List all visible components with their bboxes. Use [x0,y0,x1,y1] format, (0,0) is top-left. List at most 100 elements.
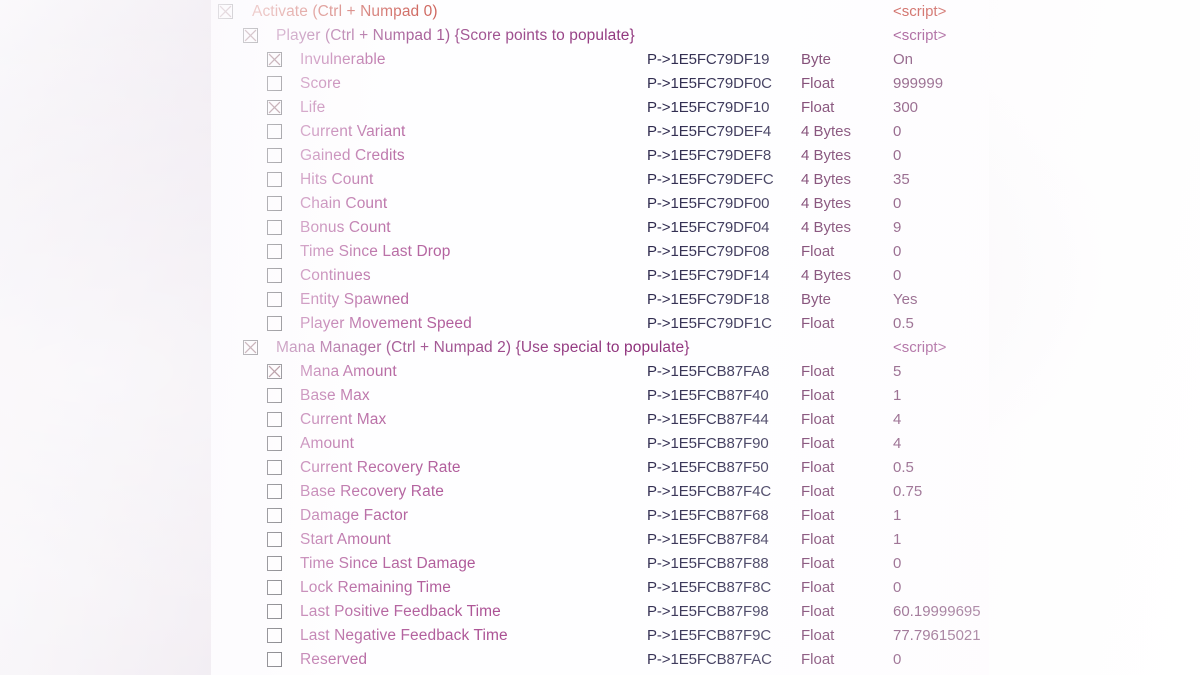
table-row[interactable]: Hits Count P->1E5FC79DEFC 4 Bytes 35 [211,168,989,192]
entry-address[interactable]: P->1E5FCB87F8C [647,576,771,600]
table-row[interactable]: Reserved P->1E5FCB87FAC Float 0 [211,648,989,672]
entry-value[interactable]: 0 [893,120,901,144]
entry-type[interactable]: Float [801,456,834,480]
checkbox-unchecked[interactable] [267,316,282,331]
entry-description[interactable]: Hits Count [300,168,373,192]
table-row[interactable]: Last Negative Feedback Time P->1E5FCB87F9… [211,624,989,648]
table-row[interactable]: Bonus Count P->1E5FC79DF04 4 Bytes 9 [211,216,989,240]
entry-description[interactable]: Reserved [300,648,367,672]
checkbox-unchecked[interactable] [267,148,282,163]
entry-address[interactable]: P->1E5FCB87F44 [647,408,769,432]
table-row[interactable]: Lock Remaining Time P->1E5FCB87F8C Float 0 [211,576,989,600]
entry-description[interactable]: Life [300,96,325,120]
table-row[interactable]: Continues P->1E5FC79DF14 4 Bytes 0 [211,264,989,288]
entry-type[interactable]: Float [801,312,834,336]
entry-description[interactable]: Last Negative Feedback Time [300,624,508,648]
checkbox-unchecked[interactable] [267,220,282,235]
table-row[interactable]: Current Max P->1E5FCB87F44 Float 4 [211,408,989,432]
entry-address[interactable]: P->1E5FC79DF04 [647,216,770,240]
entry-value[interactable]: 0 [893,240,901,264]
entry-type[interactable]: Float [801,360,834,384]
entry-type[interactable]: Float [801,576,834,600]
entry-address[interactable]: P->1E5FCB87FA8 [647,360,770,384]
table-row[interactable]: Current Recovery Rate P->1E5FCB87F50 Float… [211,456,989,480]
checkbox-checked[interactable] [267,364,282,379]
entry-description[interactable]: Score [300,72,341,96]
checkbox-unchecked[interactable] [267,508,282,523]
entry-type[interactable]: 4 Bytes [801,120,851,144]
entry-type[interactable]: Float [801,96,834,120]
entry-description[interactable]: Bonus Count [300,216,391,240]
entry-type[interactable]: Float [801,384,834,408]
entry-value[interactable]: 9 [893,216,901,240]
checkbox-unchecked[interactable] [267,172,282,187]
checkbox-unchecked[interactable] [267,436,282,451]
table-row[interactable]: Amount P->1E5FCB87F90 Float 4 [211,432,989,456]
table-row[interactable]: Time Since Last Damage P->1E5FCB87F88 Floa… [211,552,989,576]
entry-address[interactable]: P->1E5FCB87F9C [647,624,771,648]
entry-type[interactable]: Float [801,624,834,648]
entry-value[interactable]: 60.19999695 [893,600,981,624]
entry-address[interactable]: P->1E5FC79DF00 [647,192,770,216]
entry-address[interactable]: P->1E5FC79DF1C [647,312,772,336]
entry-description[interactable]: Time Since Last Damage [300,552,476,576]
table-row[interactable]: Player Movement Speed P->1E5FC79DF1C Float… [211,312,989,336]
entry-value[interactable]: 0 [893,576,901,600]
checkbox-unchecked[interactable] [267,124,282,139]
entry-value[interactable]: 0 [893,552,901,576]
entry-description[interactable]: Damage Factor [300,504,408,528]
entry-address[interactable]: P->1E5FC79DF18 [647,288,770,312]
entry-value[interactable]: 999999 [893,72,943,96]
checkbox-unchecked[interactable] [267,628,282,643]
table-row[interactable]: Damage Factor P->1E5FCB87F68 Float 1 [211,504,989,528]
entry-value[interactable]: 0 [893,264,901,288]
entry-value[interactable]: 0.5 [893,456,914,480]
table-row[interactable]: Activate (Ctrl + Numpad 0) <script> [211,0,989,24]
entry-value[interactable]: 0 [893,192,901,216]
entry-description[interactable]: Activate (Ctrl + Numpad 0) [252,0,438,24]
entry-address[interactable]: P->1E5FCB87F98 [647,600,769,624]
entry-description[interactable]: Gained Credits [300,144,405,168]
entry-value[interactable]: 1 [893,384,901,408]
entry-value[interactable]: Yes [893,288,917,312]
checkbox-unchecked[interactable] [267,604,282,619]
table-row[interactable]: Gained Credits P->1E5FC79DEF8 4 Bytes 0 [211,144,989,168]
entry-description[interactable]: Entity Spawned [300,288,409,312]
entry-address[interactable]: P->1E5FC79DF19 [647,48,770,72]
checkbox-unchecked[interactable] [267,244,282,259]
checkbox-unchecked[interactable] [267,196,282,211]
checkbox-unchecked[interactable] [267,388,282,403]
checkbox-unchecked[interactable] [267,652,282,667]
entry-value[interactable]: 77.79615021 [893,624,981,648]
entry-address[interactable]: P->1E5FC79DEF8 [647,144,771,168]
entry-type[interactable]: Float [801,240,834,264]
entry-type[interactable]: Float [801,552,834,576]
checkbox-unchecked[interactable] [267,556,282,571]
entry-description[interactable]: Base Max [300,384,370,408]
entry-description[interactable]: Player (Ctrl + Numpad 1) {Score points t… [276,24,635,48]
entry-type[interactable]: Float [801,408,834,432]
entry-description[interactable]: Time Since Last Drop [300,240,450,264]
table-row[interactable]: Last Positive Feedback Time P->1E5FCB87F9… [211,600,989,624]
entry-description[interactable]: Mana Manager (Ctrl + Numpad 2) {Use spec… [276,336,690,360]
table-row[interactable]: Base Max P->1E5FCB87F40 Float 1 [211,384,989,408]
entry-type[interactable]: 4 Bytes [801,144,851,168]
table-row[interactable]: Mana Manager (Ctrl + Numpad 2) {Use spec… [211,336,989,360]
entry-type[interactable]: Float [801,504,834,528]
checkbox-unchecked[interactable] [267,412,282,427]
entry-description[interactable]: Base Recovery Rate [300,480,444,504]
checkbox-unchecked[interactable] [267,460,282,475]
entry-address[interactable]: P->1E5FCB87F4C [647,480,771,504]
entry-type[interactable]: 4 Bytes [801,192,851,216]
entry-type[interactable]: Float [801,600,834,624]
entry-value[interactable]: 0 [893,144,901,168]
entry-address[interactable]: P->1E5FC79DF0C [647,72,772,96]
entry-address[interactable]: P->1E5FCB87F50 [647,456,769,480]
checkbox-unchecked[interactable] [267,484,282,499]
entry-value[interactable]: 1 [893,504,901,528]
checkbox-checked[interactable] [267,100,282,115]
table-row[interactable]: Mana Amount P->1E5FCB87FA8 Float 5 [211,360,989,384]
entry-address[interactable]: P->1E5FCB87F84 [647,528,769,552]
checkbox-checked[interactable] [218,4,233,19]
entry-description[interactable]: Continues [300,264,371,288]
